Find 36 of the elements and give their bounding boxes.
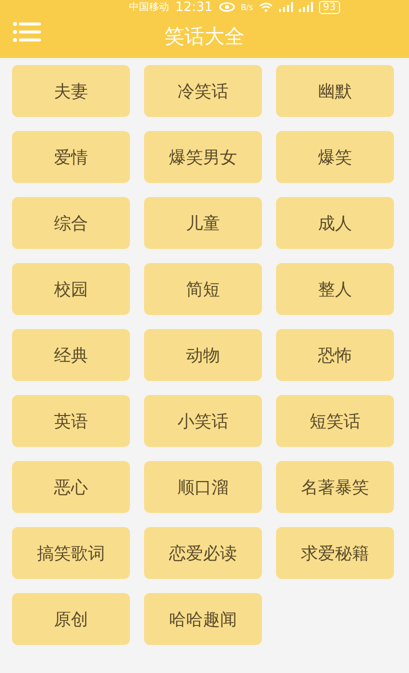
category-button[interactable]: 经典 — [12, 329, 130, 381]
category-button[interactable]: 爆笑 — [276, 131, 394, 183]
menu-icon[interactable] — [13, 21, 41, 43]
category-button[interactable]: 幽默 — [276, 65, 394, 117]
category-button[interactable]: 成人 — [276, 197, 394, 249]
category-button[interactable]: 恋爱必读 — [144, 527, 262, 579]
category-button[interactable]: 爆笑男女 — [144, 131, 262, 183]
category-button[interactable]: 动物 — [144, 329, 262, 381]
status-time: 12:31 — [175, 0, 213, 14]
category-button[interactable]: 爱情 — [12, 131, 130, 183]
category-button[interactable]: 简短 — [144, 263, 262, 315]
category-button[interactable]: 整人 — [276, 263, 394, 315]
category-button[interactable]: 顺口溜 — [144, 461, 262, 513]
category-button[interactable]: 综合 — [12, 197, 130, 249]
category-button[interactable]: 原创 — [12, 593, 130, 645]
app-title: 笑话大全 — [164, 22, 244, 50]
category-button[interactable]: 恐怖 — [276, 329, 394, 381]
category-button[interactable]: 小笑话 — [144, 395, 262, 447]
category-button[interactable]: 恶心 — [12, 461, 130, 513]
category-button[interactable]: 名著暴笑 — [276, 461, 394, 513]
category-button[interactable]: 校园 — [12, 263, 130, 315]
category-button[interactable]: 冷笑话 — [144, 65, 262, 117]
category-button[interactable]: 夫妻 — [12, 65, 130, 117]
eye-icon — [218, 2, 235, 12]
category-button[interactable]: 搞笑歌词 — [12, 527, 130, 579]
network-speed: B/s — [240, 2, 254, 12]
category-button[interactable]: 短笑话 — [276, 395, 394, 447]
category-button[interactable]: 儿童 — [144, 197, 262, 249]
signal-icon — [299, 2, 314, 12]
signal-icon — [279, 2, 294, 12]
carrier-name: 中国移动 — [129, 0, 170, 14]
wifi-icon — [259, 2, 274, 12]
category-button[interactable]: 英语 — [12, 395, 130, 447]
category-button[interactable]: 哈哈趣闻 — [144, 593, 262, 645]
category-button[interactable]: 求爱秘籍 — [276, 527, 394, 579]
battery-level: 93 — [319, 0, 340, 14]
